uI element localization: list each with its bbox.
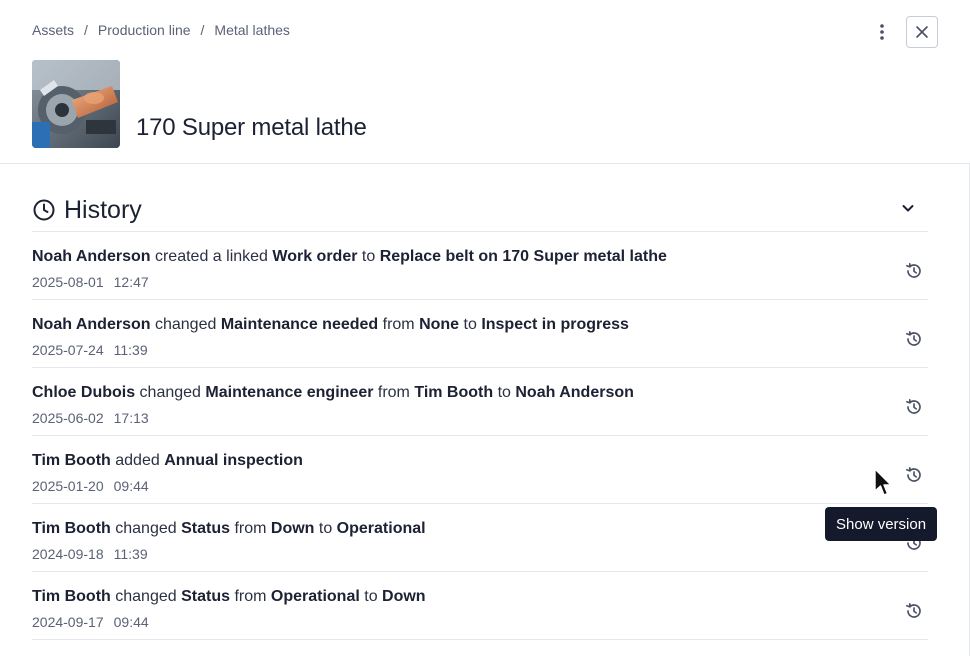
history-entry-verb: from [373,384,415,401]
history-entry-highlight: Status [181,520,230,537]
history-entry: Noah Anderson changed Maintenance needed… [32,300,928,368]
history-entry-verb: changed [110,588,182,605]
asset-title: 170 Super metal lathe [136,114,367,141]
history-entry-highlight: Chloe Dubois [32,384,136,401]
lathe-image [32,60,120,148]
restore-version-icon [906,330,921,346]
breadcrumb-production-line[interactable]: Production line [98,22,191,38]
history-entry-highlight: Tim Booth [32,588,111,605]
history-entry-verb: changed [150,316,221,333]
history-entry-timestamp: 2025-01-20 09:44 [32,478,149,494]
show-version-button[interactable] [902,327,926,351]
history-entry-verb: from [230,520,271,537]
history-entry-time: 09:44 [113,478,149,494]
history-entry-timestamp: 2024-09-18 11:39 [32,546,148,562]
history-entry-date: 2025-07-24 [32,342,104,358]
restore-version-icon [906,398,921,414]
history-entry-highlight: Operational [336,520,426,537]
history-entry: Tim Booth added Annual inspection 2025-01… [32,436,928,504]
history-entry-date: 2025-08-01 [32,274,104,290]
history-entry-highlight: Noah Anderson [32,316,151,333]
asset-header: Assets / Production line / Metal lathes [0,0,970,164]
restore-version-icon [906,262,921,278]
history-entry-highlight: Down [270,520,315,537]
history-entry-verb: changed [110,520,182,537]
history-entry-highlight: Work order [272,248,358,265]
history-list: Noah Anderson created a linked Work orde… [32,232,928,640]
history-entry-date: 2024-09-17 [32,614,104,630]
history-entry-time: 12:47 [113,274,149,290]
history-entry-highlight: Annual inspection [164,452,303,469]
history-entry-highlight: Replace belt on 170 Super metal lathe [379,248,667,265]
asset-thumbnail [32,60,120,148]
chevron-down-icon[interactable] [900,200,916,216]
history-entry-text: Chloe Dubois changed Maintenance enginee… [32,384,634,402]
history-entry-verb: to [359,588,383,605]
clock-icon [33,199,55,221]
history-entry-highlight: Tim Booth [32,520,111,537]
history-entry-timestamp: 2025-07-24 11:39 [32,342,148,358]
history-entry-highlight: Down [382,588,426,605]
history-entry-highlight: None [419,316,460,333]
history-entry-highlight: Noah Anderson [515,384,634,401]
history-entry-verb: from [230,588,271,605]
breadcrumb-separator: / [84,22,88,38]
history-entry: Tim Booth changed Status from Down to Op… [32,504,928,572]
history-entry-timestamp: 2024-09-17 09:44 [32,614,149,630]
history-entry-verb: changed [135,384,206,401]
close-button[interactable] [906,16,938,48]
history-entry-text: Tim Booth changed Status from Operationa… [32,588,426,606]
restore-version-icon [906,602,921,618]
more-options-button[interactable] [866,18,898,46]
breadcrumb: Assets / Production line / Metal lathes [32,22,290,38]
history-entry-time: 17:13 [113,410,149,426]
history-entry: Noah Anderson created a linked Work orde… [32,232,928,300]
history-entry-text: Tim Booth changed Status from Down to Op… [32,520,426,538]
history-entry-highlight: Operational [270,588,360,605]
breadcrumb-assets[interactable]: Assets [32,22,74,38]
history-title: History [64,195,142,224]
history-entry-verb: to [357,248,380,265]
show-version-tooltip: Show version [825,507,938,541]
history-entry-date: 2025-01-20 [32,478,104,494]
history-panel: History Noah Anderson created a linked W… [0,164,970,656]
history-entry-highlight: Inspect in progress [481,316,629,333]
history-entry-highlight: Tim Booth [414,384,494,401]
history-entry-highlight: Maintenance engineer [205,384,374,401]
history-entry-verb: to [459,316,482,333]
mouse-cursor-icon [874,468,892,496]
history-entry-date: 2025-06-02 [32,410,104,426]
history-entry-verb: to [314,520,337,537]
history-entry-verb: added [110,452,165,469]
show-version-button[interactable] [902,259,926,283]
history-section-header[interactable]: History [32,190,928,230]
history-entry-verb: to [493,384,516,401]
history-entry-time: 09:44 [113,614,149,630]
close-icon [916,26,928,38]
history-entry-text: Noah Anderson created a linked Work orde… [32,248,667,266]
history-entry-timestamp: 2025-08-01 12:47 [32,274,149,290]
history-entry-date: 2024-09-18 [32,546,104,562]
breadcrumb-separator: / [200,22,205,38]
more-vertical-icon [880,24,884,40]
breadcrumb-metal-lathes[interactable]: Metal lathes [214,22,289,38]
history-entry-highlight: Tim Booth [32,452,111,469]
history-entry-highlight: Maintenance needed [220,316,379,333]
history-entry-highlight: Noah Anderson [32,248,151,265]
history-entry: Chloe Dubois changed Maintenance enginee… [32,368,928,436]
history-entry-text: Tim Booth added Annual inspection [32,452,303,470]
show-version-button[interactable] [902,463,926,487]
history-entry-text: Noah Anderson changed Maintenance needed… [32,316,629,334]
history-entry-timestamp: 2025-06-02 17:13 [32,410,149,426]
history-entry-highlight: Status [181,588,230,605]
show-version-button[interactable] [902,395,926,419]
history-entry: Tim Booth changed Status from Operationa… [32,572,928,640]
history-entry-time: 11:39 [113,546,148,562]
history-entry-verb: created a linked [150,248,273,265]
show-version-button[interactable] [902,599,926,623]
history-entry-time: 11:39 [113,342,148,358]
history-entry-verb: from [378,316,420,333]
restore-version-icon [906,466,921,482]
